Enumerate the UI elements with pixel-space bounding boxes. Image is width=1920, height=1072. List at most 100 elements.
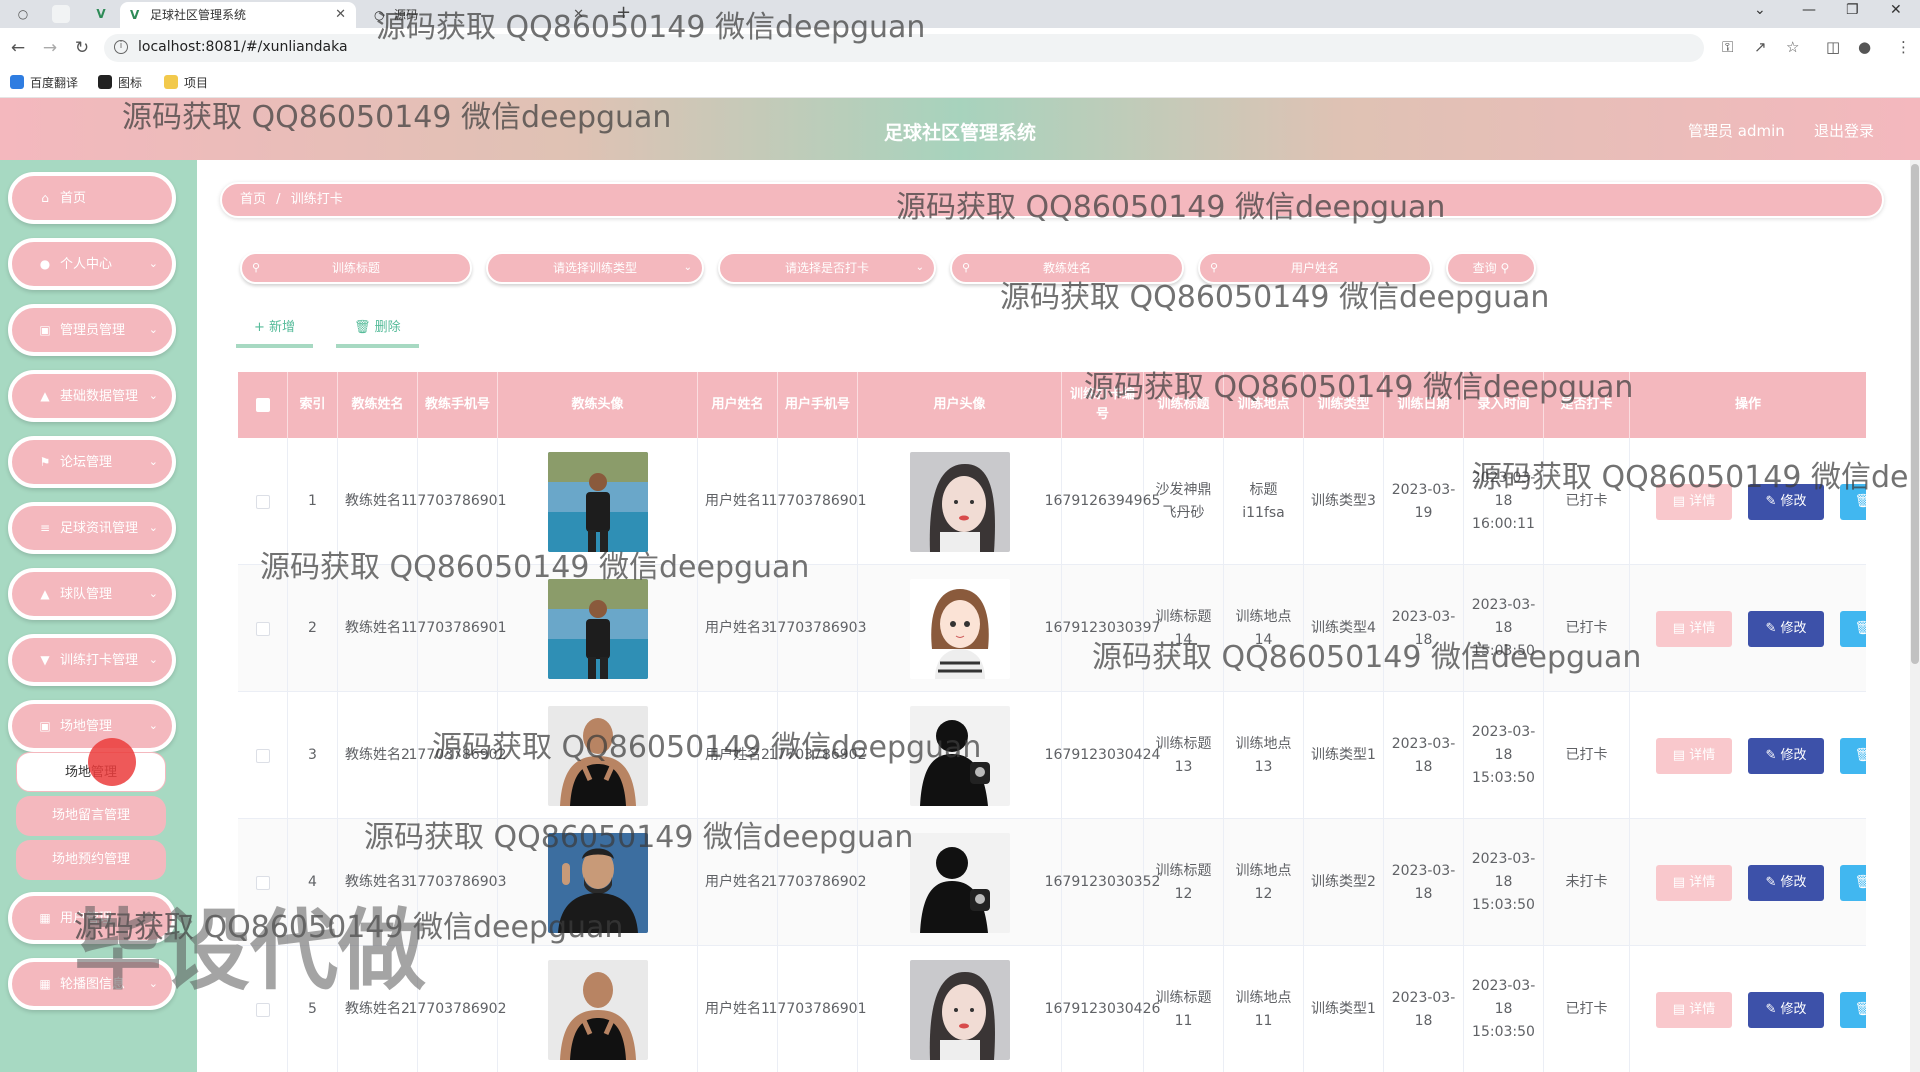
user-avatar[interactable] bbox=[909, 451, 1010, 552]
user-avatar[interactable] bbox=[909, 578, 1010, 679]
coach-avatar[interactable] bbox=[547, 959, 648, 1060]
cell-coach-phone: 17703786901 bbox=[409, 438, 507, 565]
coach-avatar-cell bbox=[498, 692, 698, 819]
detail-button[interactable]: ▤ 详情 bbox=[1656, 992, 1732, 1028]
url-bar[interactable]: i localhost:8081/#/xunliandaka bbox=[104, 34, 1704, 62]
document-icon: ▤ bbox=[1672, 621, 1690, 636]
translate-icon bbox=[10, 75, 24, 89]
sidebar-item-admin[interactable]: ▣ 管理员管理 ⌄ bbox=[8, 304, 176, 356]
detail-button[interactable]: ▤ 详情 bbox=[1656, 611, 1732, 647]
cell-place: 标题i11fsa bbox=[1224, 438, 1304, 565]
sidebar-item-forum[interactable]: ⚑ 论坛管理 ⌄ bbox=[8, 436, 176, 488]
sidebar-item-checkin[interactable]: ▼ 训练打卡管理 ⌄ bbox=[8, 634, 176, 686]
submenu-venue-message[interactable]: 场地留言管理 bbox=[16, 796, 166, 836]
browser-more-icon[interactable]: ⋮ bbox=[1896, 38, 1911, 56]
document-icon: ▤ bbox=[1672, 494, 1690, 509]
reload-icon[interactable]: ↻ bbox=[70, 36, 94, 60]
cell-checked: 已打卡 bbox=[1544, 946, 1630, 1072]
sidebar-item-venue[interactable]: ▣ 场地管理 ⌄ bbox=[8, 700, 176, 752]
delete-button[interactable]: 🗑 删除 bbox=[1840, 992, 1866, 1028]
edit-button[interactable]: ✎ 修改 bbox=[1748, 484, 1824, 520]
window-close-icon[interactable]: ✕ bbox=[1890, 2, 1902, 18]
sidebar-item-basic-data[interactable]: ▲ 基础数据管理 ⌄ bbox=[8, 370, 176, 422]
key-icon[interactable]: ⚿ bbox=[1722, 38, 1733, 56]
url-text[interactable]: localhost:8081/#/xunliandaka bbox=[138, 39, 348, 55]
pinned-tab-icon[interactable] bbox=[52, 5, 70, 23]
bookmark-item[interactable]: 项目 bbox=[164, 75, 208, 91]
cell-type: 训练类型1 bbox=[1304, 946, 1384, 1072]
vue-tab-icon[interactable]: V bbox=[92, 5, 110, 23]
close-tab-icon[interactable]: ✕ bbox=[573, 2, 584, 28]
share-icon[interactable]: ↗ bbox=[1754, 38, 1767, 56]
sidebar-item-news[interactable]: ≡ 足球资讯管理 ⌄ bbox=[8, 502, 176, 554]
delete-button[interactable]: 🗑 删除 bbox=[1840, 611, 1866, 647]
edit-button[interactable]: ✎ 修改 bbox=[1748, 992, 1824, 1028]
row-checkbox[interactable] bbox=[255, 494, 270, 509]
row-checkbox[interactable] bbox=[255, 748, 270, 763]
new-tab-icon[interactable]: + bbox=[616, 2, 631, 23]
scrollbar-thumb[interactable] bbox=[1911, 164, 1919, 664]
submenu-venue-booking[interactable]: 场地预约管理 bbox=[16, 840, 166, 880]
edit-button[interactable]: ✎ 修改 bbox=[1748, 738, 1824, 774]
sidebar-item-home[interactable]: ⌂ 首页 bbox=[8, 172, 176, 224]
bookmark-star-icon[interactable]: ☆ bbox=[1786, 38, 1799, 56]
row-checkbox[interactable] bbox=[255, 621, 270, 636]
detail-button[interactable]: ▤ 详情 bbox=[1656, 484, 1732, 520]
user-avatar[interactable] bbox=[909, 705, 1010, 806]
checked-select[interactable]: 请选择是否打卡 ⌄ bbox=[718, 252, 936, 284]
delete-button[interactable]: 🗑 删除 bbox=[1840, 484, 1866, 520]
delete-button[interactable]: 🗑 删除 bbox=[1840, 865, 1866, 901]
edit-button[interactable]: ✎ 修改 bbox=[1748, 865, 1824, 901]
bookmark-item[interactable]: 图标 bbox=[98, 75, 142, 91]
browser-tab-inactive[interactable]: ○ 源码 ✕ bbox=[364, 2, 594, 28]
coach-avatar[interactable] bbox=[547, 705, 648, 806]
browser-tab-active[interactable]: V 足球社区管理系统 ✕ bbox=[120, 2, 356, 28]
user-avatar-cell bbox=[858, 819, 1062, 946]
search-button[interactable]: 查询 ⚲ bbox=[1446, 252, 1536, 284]
cell-index: 1 bbox=[288, 438, 338, 565]
sidebar-item-team[interactable]: ▲ 球队管理 ⌄ bbox=[8, 568, 176, 620]
chevron-down-icon: ⌄ bbox=[148, 257, 158, 270]
cell-user-phone: 17703786901 bbox=[769, 438, 867, 565]
bookmark-item[interactable]: 百度翻译 bbox=[10, 75, 78, 91]
col-header: 操作 bbox=[1734, 397, 1761, 412]
site-info-icon[interactable]: i bbox=[114, 40, 128, 54]
user-avatar[interactable] bbox=[909, 959, 1010, 1060]
forward-icon[interactable]: → bbox=[38, 36, 62, 60]
back-icon[interactable]: ← bbox=[6, 36, 30, 60]
add-button[interactable]: + 新增 bbox=[236, 312, 314, 348]
coach-avatar[interactable] bbox=[547, 578, 648, 679]
detail-button[interactable]: ▤ 详情 bbox=[1656, 865, 1732, 901]
title-search-input[interactable]: ⚲ 训练标题 bbox=[240, 252, 472, 284]
col-header: 教练头像 bbox=[498, 372, 698, 438]
minimize-icon[interactable]: — bbox=[1802, 2, 1816, 18]
tab-search-icon[interactable]: ⌄ bbox=[1754, 2, 1766, 18]
logout-link[interactable]: 退出登录 bbox=[1814, 120, 1874, 141]
row-checkbox[interactable] bbox=[255, 1002, 270, 1017]
coach-search-input[interactable]: ⚲ 教练姓名 bbox=[950, 252, 1184, 284]
coach-avatar[interactable] bbox=[547, 451, 648, 552]
sidebar-item-profile[interactable]: ● 个人中心 ⌄ bbox=[8, 238, 176, 290]
sidebar-item-users[interactable]: ▦ 用户管理 ⌄ bbox=[8, 892, 176, 944]
coach-avatar-cell bbox=[498, 565, 698, 692]
breadcrumb-home[interactable]: 首页 bbox=[240, 192, 266, 207]
restore-icon[interactable]: ❐ bbox=[1846, 2, 1859, 18]
close-tab-icon[interactable]: ✕ bbox=[335, 2, 346, 28]
sidebar-item-carousel[interactable]: ▦ 轮播图信息 ⌄ bbox=[8, 958, 176, 1010]
col-header: 教练姓名 bbox=[338, 372, 418, 438]
chevron-down-icon: ⌄ bbox=[148, 323, 158, 336]
coach-avatar[interactable] bbox=[547, 832, 648, 933]
row-checkbox[interactable] bbox=[255, 875, 270, 890]
profile-icon[interactable]: ● bbox=[1858, 38, 1871, 56]
select-all-checkbox[interactable] bbox=[255, 398, 270, 412]
cell-user-phone: 17703786903 bbox=[769, 565, 867, 692]
delete-button[interactable]: 🗑 删除 bbox=[1840, 738, 1866, 774]
edit-button[interactable]: ✎ 修改 bbox=[1748, 611, 1824, 647]
batch-delete-button[interactable]: 🗑 删除 bbox=[336, 312, 419, 348]
type-select[interactable]: 请选择训练类型 ⌄ bbox=[486, 252, 704, 284]
detail-button[interactable]: ▤ 详情 bbox=[1656, 738, 1732, 774]
user-avatar[interactable] bbox=[909, 832, 1010, 933]
user-search-input[interactable]: ⚲ 用户姓名 bbox=[1198, 252, 1432, 284]
sidepanel-icon[interactable]: ◫ bbox=[1826, 38, 1840, 56]
browser-menu-icon[interactable]: ○ bbox=[14, 5, 32, 23]
